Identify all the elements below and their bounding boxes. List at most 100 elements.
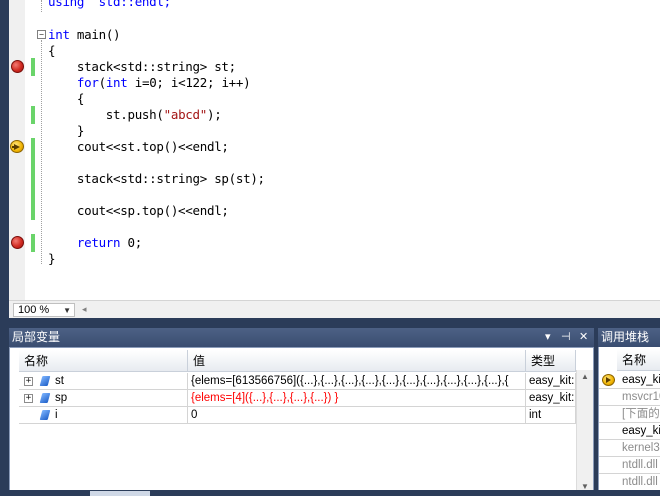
code-line: st.push("abcd");	[48, 107, 222, 123]
scroll-left-icon[interactable]: ◂	[82, 304, 87, 315]
column-header-name[interactable]: 名称	[19, 350, 188, 372]
variable-name: sp	[55, 392, 68, 404]
code-line: int main()	[48, 27, 121, 43]
code-text: {	[48, 91, 85, 106]
locals-panel: 局部变量 ▾ ⊣ ✕ 名称 值 类型 + st {elems=[61356675…	[9, 328, 594, 496]
call-stack-frame[interactable]: easy_kit	[599, 372, 660, 389]
code-text: st.push(	[48, 107, 164, 122]
close-icon[interactable]: ✕	[579, 328, 588, 347]
column-header-value[interactable]: 值	[188, 350, 526, 372]
change-indicator	[31, 138, 35, 220]
code-text: cout<<sp.top()<<endl;	[48, 203, 229, 218]
value-cell[interactable]: {elems=[613566756]({...},{...},{...},{..…	[188, 373, 526, 390]
current-frame-arrow-icon	[602, 374, 615, 386]
code-line: using std::endl;	[48, 0, 171, 10]
variable-name: i	[55, 409, 58, 421]
zoom-dropdown[interactable]: 100 % ▼	[13, 303, 75, 317]
locals-grid: 名称 值 类型 + st {elems=[613566756]({...},{.…	[9, 347, 594, 496]
value-cell[interactable]: {elems=[4]({...},{...},{...},{...}) }	[188, 390, 526, 407]
call-stack-frame[interactable]: easy_kit	[599, 423, 660, 440]
frame-name: ntdll.dll	[622, 476, 658, 488]
code-line: stack<std::string> sp(st);	[48, 171, 265, 187]
name-cell: + st	[19, 373, 188, 390]
code-text: (	[98, 75, 107, 90]
breakpoint-icon[interactable]	[11, 60, 24, 73]
table-row[interactable]: i 0 int	[19, 407, 576, 424]
table-row[interactable]: + sp {elems=[4]({...},{...},{...},{...})…	[19, 390, 576, 407]
code-line: {	[48, 43, 56, 59]
code-text: }	[48, 251, 56, 266]
call-stack-title-bar: 调用堆栈	[598, 328, 660, 347]
pin-icon[interactable]: ⊣	[561, 328, 571, 347]
table-row[interactable]: + st {elems=[613566756]({...},{...},{...…	[19, 373, 576, 390]
vertical-scrollbar[interactable]: ▲ ▼	[576, 370, 593, 495]
call-stack-frame[interactable]: ntdll.dll	[599, 457, 660, 474]
zoom-value: 100 %	[18, 304, 50, 316]
expand-icon[interactable]: +	[24, 394, 33, 403]
frame-name: msvcr10	[622, 391, 660, 403]
call-stack-frame[interactable]: [下面的	[599, 406, 660, 423]
frame-name: [下面的	[622, 408, 660, 420]
outline-guide	[41, 0, 42, 12]
code-editor[interactable]: − using std::endl; int main() { stack<st…	[0, 0, 660, 318]
panel-tab[interactable]	[90, 491, 150, 496]
code-line: cout<<sp.top()<<endl;	[48, 203, 229, 219]
type-cell: easy_kit:	[526, 373, 576, 390]
type-cell: easy_kit:	[526, 390, 576, 407]
code-text: cout<<st.top()<<endl;	[48, 139, 229, 154]
editor-frame	[0, 0, 9, 318]
variable-icon	[39, 393, 51, 403]
code-line: {	[48, 91, 85, 107]
expand-icon[interactable]: +	[24, 377, 33, 386]
call-stack-frame[interactable]: msvcr10	[599, 389, 660, 406]
current-statement-arrow-icon[interactable]	[10, 140, 24, 153]
keyword: return	[76, 235, 121, 250]
collapse-icon[interactable]: −	[37, 30, 46, 39]
code-text: main()	[69, 27, 121, 42]
name-cell: i	[19, 407, 188, 424]
frame-name: easy_kit	[622, 374, 660, 386]
code-text: {	[48, 43, 56, 58]
panel-title: 局部变量	[12, 330, 61, 344]
call-stack-grid: 名称 easy_kit msvcr10 [下面的 easy_kit kernel…	[598, 347, 660, 496]
code-line: return 0;	[48, 235, 142, 251]
variable-icon	[39, 410, 51, 420]
code-line: stack<std::string> st;	[48, 59, 236, 75]
call-stack-panel: 调用堆栈 名称 easy_kit msvcr10 [下面的 easy_kit k…	[598, 328, 660, 496]
code-line: }	[48, 123, 85, 139]
outline-guide	[41, 40, 42, 264]
type-cell: int	[526, 407, 576, 424]
code-text: }	[48, 123, 85, 138]
value-cell[interactable]: 0	[188, 407, 526, 424]
string-literal: "abcd"	[163, 107, 208, 122]
call-stack-frame[interactable]: kernel3	[599, 440, 660, 457]
panel-title: 调用堆栈	[601, 330, 650, 344]
code-line: cout<<st.top()<<endl;	[48, 139, 229, 155]
variable-name: st	[55, 375, 64, 387]
change-indicator	[31, 58, 35, 76]
code-text: 0;	[120, 235, 142, 250]
change-indicator	[31, 234, 35, 252]
code-text: );	[206, 107, 222, 122]
scroll-up-icon[interactable]: ▲	[581, 372, 589, 381]
column-header-type[interactable]: 类型	[526, 350, 576, 372]
variable-icon	[39, 376, 51, 386]
keyword: int	[105, 75, 128, 90]
frame-name: kernel3	[622, 442, 660, 454]
code-text: using std::endl;	[48, 0, 171, 9]
code-text: stack<std::string> st;	[48, 59, 236, 74]
code-line: }	[48, 251, 56, 267]
window-position-icon[interactable]: ▾	[545, 328, 551, 347]
change-indicator	[31, 106, 35, 124]
code-line: for(int i=0; i<122; i++)	[48, 75, 251, 91]
breakpoint-icon[interactable]	[11, 236, 24, 249]
chevron-down-icon[interactable]: ▼	[63, 305, 71, 317]
locals-title-bar: 局部变量 ▾ ⊣ ✕	[9, 328, 594, 347]
keyword: for	[76, 75, 99, 90]
frame-name: ntdll.dll	[622, 459, 658, 471]
editor-status-bar: 100 % ▼ ◂	[9, 300, 660, 318]
call-stack-frame[interactable]: ntdll.dll	[599, 474, 660, 491]
code-text: i=0; i<122; i++)	[127, 75, 251, 90]
column-header-name[interactable]: 名称	[617, 349, 660, 371]
name-cell: + sp	[19, 390, 188, 407]
